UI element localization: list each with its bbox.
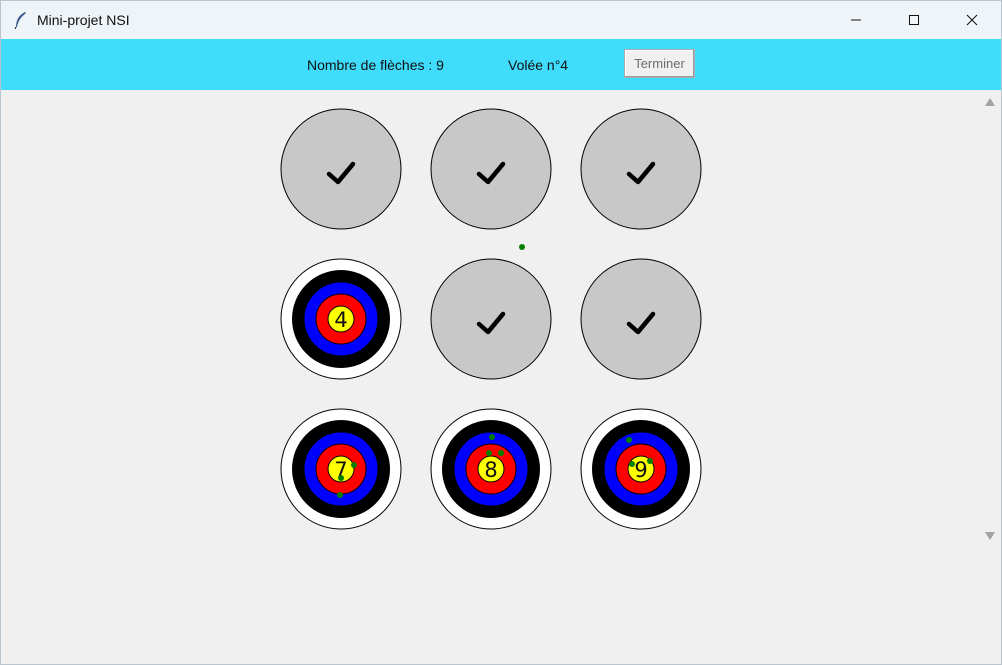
- window-title: Mini-projet NSI: [37, 12, 130, 28]
- round-label: Volée n°4: [508, 57, 569, 73]
- target-number: 8: [484, 458, 497, 482]
- arrow-hit-marker: [337, 492, 343, 498]
- arrow-hit-marker: [647, 458, 653, 464]
- minimize-button[interactable]: [827, 1, 885, 39]
- target-7[interactable]: 7: [280, 408, 402, 530]
- completed-target: [580, 108, 702, 230]
- title-bar: Mini-projet NSI: [1, 1, 1001, 39]
- target-number: 4: [334, 308, 347, 332]
- close-button[interactable]: [943, 1, 1001, 39]
- completed-target: [280, 108, 402, 230]
- completed-target: [430, 108, 552, 230]
- target-9[interactable]: 9: [580, 408, 702, 530]
- arrow-hit-marker: [519, 244, 525, 250]
- arrow-hit-marker: [338, 475, 344, 481]
- arrow-hit-marker: [486, 450, 492, 456]
- window-controls: [827, 1, 1001, 39]
- arrow-hit-marker: [498, 450, 504, 456]
- completed-target: [580, 258, 702, 380]
- finish-button[interactable]: Terminer: [624, 49, 695, 78]
- target-5[interactable]: [430, 258, 552, 380]
- arrow-hit-marker: [629, 461, 635, 467]
- scroll-down-arrow-icon[interactable]: [985, 532, 995, 540]
- target-1[interactable]: [280, 108, 402, 230]
- arrow-hit-marker: [626, 437, 632, 443]
- arrow-count-label: Nombre de flèches : 9: [307, 57, 444, 73]
- app-window: Mini-projet NSI Nombre de flèches : 9 Vo…: [0, 0, 1002, 665]
- maximize-icon: [909, 15, 919, 25]
- target-2[interactable]: [430, 108, 552, 230]
- targets-canvas[interactable]: 4 7 8 9: [1, 90, 979, 664]
- maximize-button[interactable]: [885, 1, 943, 39]
- arrow-hit-marker: [351, 462, 357, 468]
- target-8[interactable]: 8: [430, 408, 552, 530]
- target-6[interactable]: [580, 258, 702, 380]
- minimize-icon: [851, 19, 861, 21]
- target-3[interactable]: [580, 108, 702, 230]
- scroll-up-arrow-icon[interactable]: [985, 98, 995, 106]
- close-icon: [966, 14, 978, 26]
- target-number: 9: [634, 458, 647, 482]
- arrow-hit-marker: [489, 434, 495, 440]
- toolbar: Nombre de flèches : 9 Volée n°4 Terminer: [1, 39, 1001, 90]
- target-4[interactable]: 4: [280, 258, 402, 380]
- completed-target: [430, 258, 552, 380]
- vertical-scrollbar[interactable]: [979, 90, 1001, 545]
- feather-icon: [14, 12, 26, 29]
